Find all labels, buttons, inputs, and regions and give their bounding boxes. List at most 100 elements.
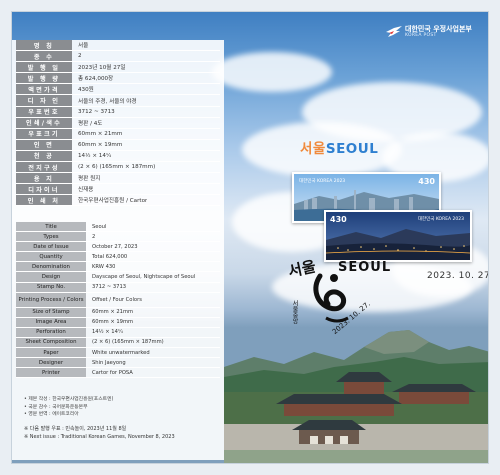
en-spec-value: White unwatermarked	[92, 349, 150, 356]
kr-spec-row: 디 자 인 서울의 주경, 서울의 야경	[16, 95, 220, 107]
en-spec-value: KRW 430	[92, 263, 116, 270]
kr-spec-value: 60mm × 21mm	[78, 130, 123, 137]
kr-spec-value: 서울의 주경, 서울의 야경	[78, 98, 137, 105]
en-spec-row: Types 2	[16, 232, 220, 243]
en-spec-key: Types	[16, 232, 86, 242]
kr-spec-row: 종 수 2	[16, 51, 220, 63]
next-issue-en: ※ Next issue : Traditional Korean Games,…	[24, 434, 175, 440]
korea-post-name-en: KOREA POST	[405, 33, 437, 38]
kr-spec-value: 총 624,000장	[78, 76, 114, 83]
en-spec-value: Dayscape of Seoul, Nightscape of Seoul	[92, 274, 196, 281]
kr-spec-row: 천 공 14½ × 14¼	[16, 150, 220, 163]
en-spec-value: 14½ × 14¼	[92, 329, 123, 336]
kr-spec-key: 명 칭	[16, 40, 72, 51]
kr-spec-key: 천 공	[16, 150, 72, 162]
en-spec-row: Image Area 60mm × 19mm	[16, 317, 220, 328]
en-spec-value: 60mm × 21mm	[92, 309, 134, 316]
kr-spec-row: 전지구성 (2 × 6) (165mm × 187mm)	[16, 162, 220, 174]
kr-spec-row: 인쇄/색수 평판 / 4도	[16, 117, 220, 129]
kr-spec-value: 2023년 10월 27일	[78, 65, 126, 72]
note-line: • 제본 작성 : 한국우편사업진흥원(포스트엔)	[24, 397, 114, 402]
korea-post-swallow-icon	[386, 26, 402, 37]
kr-spec-row: 인 면 60mm × 19mm	[16, 139, 220, 151]
en-spec-value: (2 × 6) (165mm × 187mm)	[92, 339, 164, 346]
kr-spec-key: 우표번호	[16, 106, 72, 117]
kr-spec-key: 우표크기	[16, 128, 72, 139]
next-issue: ※ 다음 발행 우표 : 민속놀이, 2023년 11월 8일 ※ Next i…	[24, 425, 220, 441]
en-spec-row: Denomination KRW 430	[16, 262, 220, 273]
en-spec-row: Size of Stamp 60mm × 21mm	[16, 307, 220, 318]
kr-spec-key: 종 수	[16, 51, 72, 62]
kr-spec-key: 인 면	[16, 139, 72, 150]
en-spec-row: Date of Issue October 27, 2023	[16, 242, 220, 253]
kr-spec-row: 우표크기 60mm × 21mm	[16, 128, 220, 140]
en-spec-row: Designer Shin Jaeyong	[16, 358, 220, 369]
note-line: • 영문 번역 : 에이트코리아	[24, 412, 79, 418]
en-spec-row: Printing Process / Colors Offset / Four C…	[16, 292, 220, 308]
kr-spec-row: 액면가격 430원	[16, 84, 220, 96]
kr-spec-key: 발 행 량	[16, 73, 72, 84]
stamp2-label: 대한민국 KOREA 2023	[417, 217, 464, 222]
en-spec-key: Denomination	[16, 262, 86, 272]
en-spec-row: Title Seoul	[16, 222, 220, 233]
kr-spec-key: 디 자 인	[16, 95, 72, 106]
en-spec-value: 60mm × 19mm	[92, 319, 134, 326]
postmark-text-en: SEOUL	[338, 260, 392, 275]
en-spec-key: Stamp No.	[16, 282, 86, 292]
kr-spec-value: 430원	[78, 87, 94, 94]
kr-spec-key: 디자이너	[16, 184, 72, 195]
kr-spec-key: 액면가격	[16, 84, 72, 95]
note-line: • 국문 감수 : 국어문화운동본부	[24, 404, 88, 410]
en-spec-row: Design Dayscape of Seoul, Nightscape of S…	[16, 272, 220, 283]
en-spec-value: Offset / Four Colors	[92, 296, 142, 303]
korean-spec-table: 명 칭 서울 종 수 2 발 행 일 2023년 10월 27일 발 행 량 총 624…	[16, 40, 220, 207]
en-spec-row: Paper White unwatermarked	[16, 348, 220, 359]
kr-spec-key: 용 지	[16, 173, 72, 184]
en-spec-key: Printing Process / Colors	[16, 292, 86, 307]
en-spec-row: Quantity Total 624,000	[16, 252, 220, 263]
kr-spec-key: 발 행 일	[16, 62, 72, 73]
en-spec-key: Printer	[16, 368, 86, 378]
kr-spec-row: 명 칭 서울	[16, 40, 220, 52]
en-spec-value: Shin Jaeyong	[92, 359, 126, 366]
en-spec-value: 2	[92, 233, 96, 240]
stamp1-label: 대한민국 KOREA 2023	[299, 179, 346, 184]
en-spec-key: Quantity	[16, 252, 86, 262]
en-spec-value: 3712 ~ 3713	[92, 284, 127, 291]
kr-spec-key: 인 쇄 처	[16, 195, 72, 206]
kr-spec-key: 인쇄/색수	[16, 117, 72, 128]
en-spec-key: Title	[16, 222, 86, 232]
next-issue-kr: ※ 다음 발행 우표 : 민속놀이, 2023년 11월 8일	[24, 426, 127, 432]
kr-spec-value: 평판 / 4도	[78, 120, 103, 127]
en-spec-key: Size of Stamp	[16, 307, 86, 317]
kr-spec-value: 60mm × 19mm	[78, 141, 123, 148]
kr-spec-value: 서울	[78, 43, 89, 50]
en-spec-key: Date of Issue	[16, 242, 86, 252]
en-spec-key: Designer	[16, 358, 86, 368]
stamp1-denomination: 430	[418, 177, 435, 186]
kr-spec-row: 디자이너 신재용	[16, 184, 220, 196]
gyeongbokgung-landscape	[224, 330, 488, 463]
production-notes: • 제본 작성 : 한국우편사업진흥원(포스트엔) • 국문 감수 : 국어문화…	[24, 396, 220, 419]
kr-spec-key: 전지구성	[16, 162, 72, 173]
en-spec-key: Paper	[16, 348, 86, 358]
english-spec-table: Title Seoul Types 2 Date of Issue October 2…	[16, 222, 220, 379]
en-spec-value: Cartor for POSA	[92, 369, 133, 376]
en-spec-row: Sheet Composition (2 × 6) (165mm × 187mm)	[16, 337, 220, 349]
korea-post-logo: 대한민국 우정사업본부 KOREA POST	[385, 23, 485, 41]
en-spec-key: Image Area	[16, 317, 86, 327]
kr-spec-value: 2	[78, 53, 82, 60]
en-spec-value: October 27, 2023	[92, 243, 138, 250]
en-spec-row: Perforation 14½ × 14¼	[16, 327, 220, 338]
en-spec-key: Sheet Composition	[16, 337, 86, 348]
en-spec-value: Total 624,000	[92, 253, 128, 260]
kr-spec-value: 3712 ~ 3713	[78, 108, 115, 115]
kr-spec-value: 신재용	[78, 187, 94, 194]
kr-spec-row: 인 쇄 처 한국우편사업진흥원 / Cartor	[16, 195, 220, 207]
title-kr: 서울	[300, 141, 326, 157]
kr-spec-value: 14½ × 14¼	[78, 152, 112, 159]
stamp-sheet: 대한민국 우정사업본부 KOREA POST 명 칭 서울 종 수2 발 행 일2…	[11, 11, 489, 464]
issue-date-print: 2023. 10. 27.	[427, 271, 489, 281]
en-spec-row: Printer Cartor for POSA	[16, 368, 220, 379]
stamp2-denomination: 430	[330, 215, 347, 224]
